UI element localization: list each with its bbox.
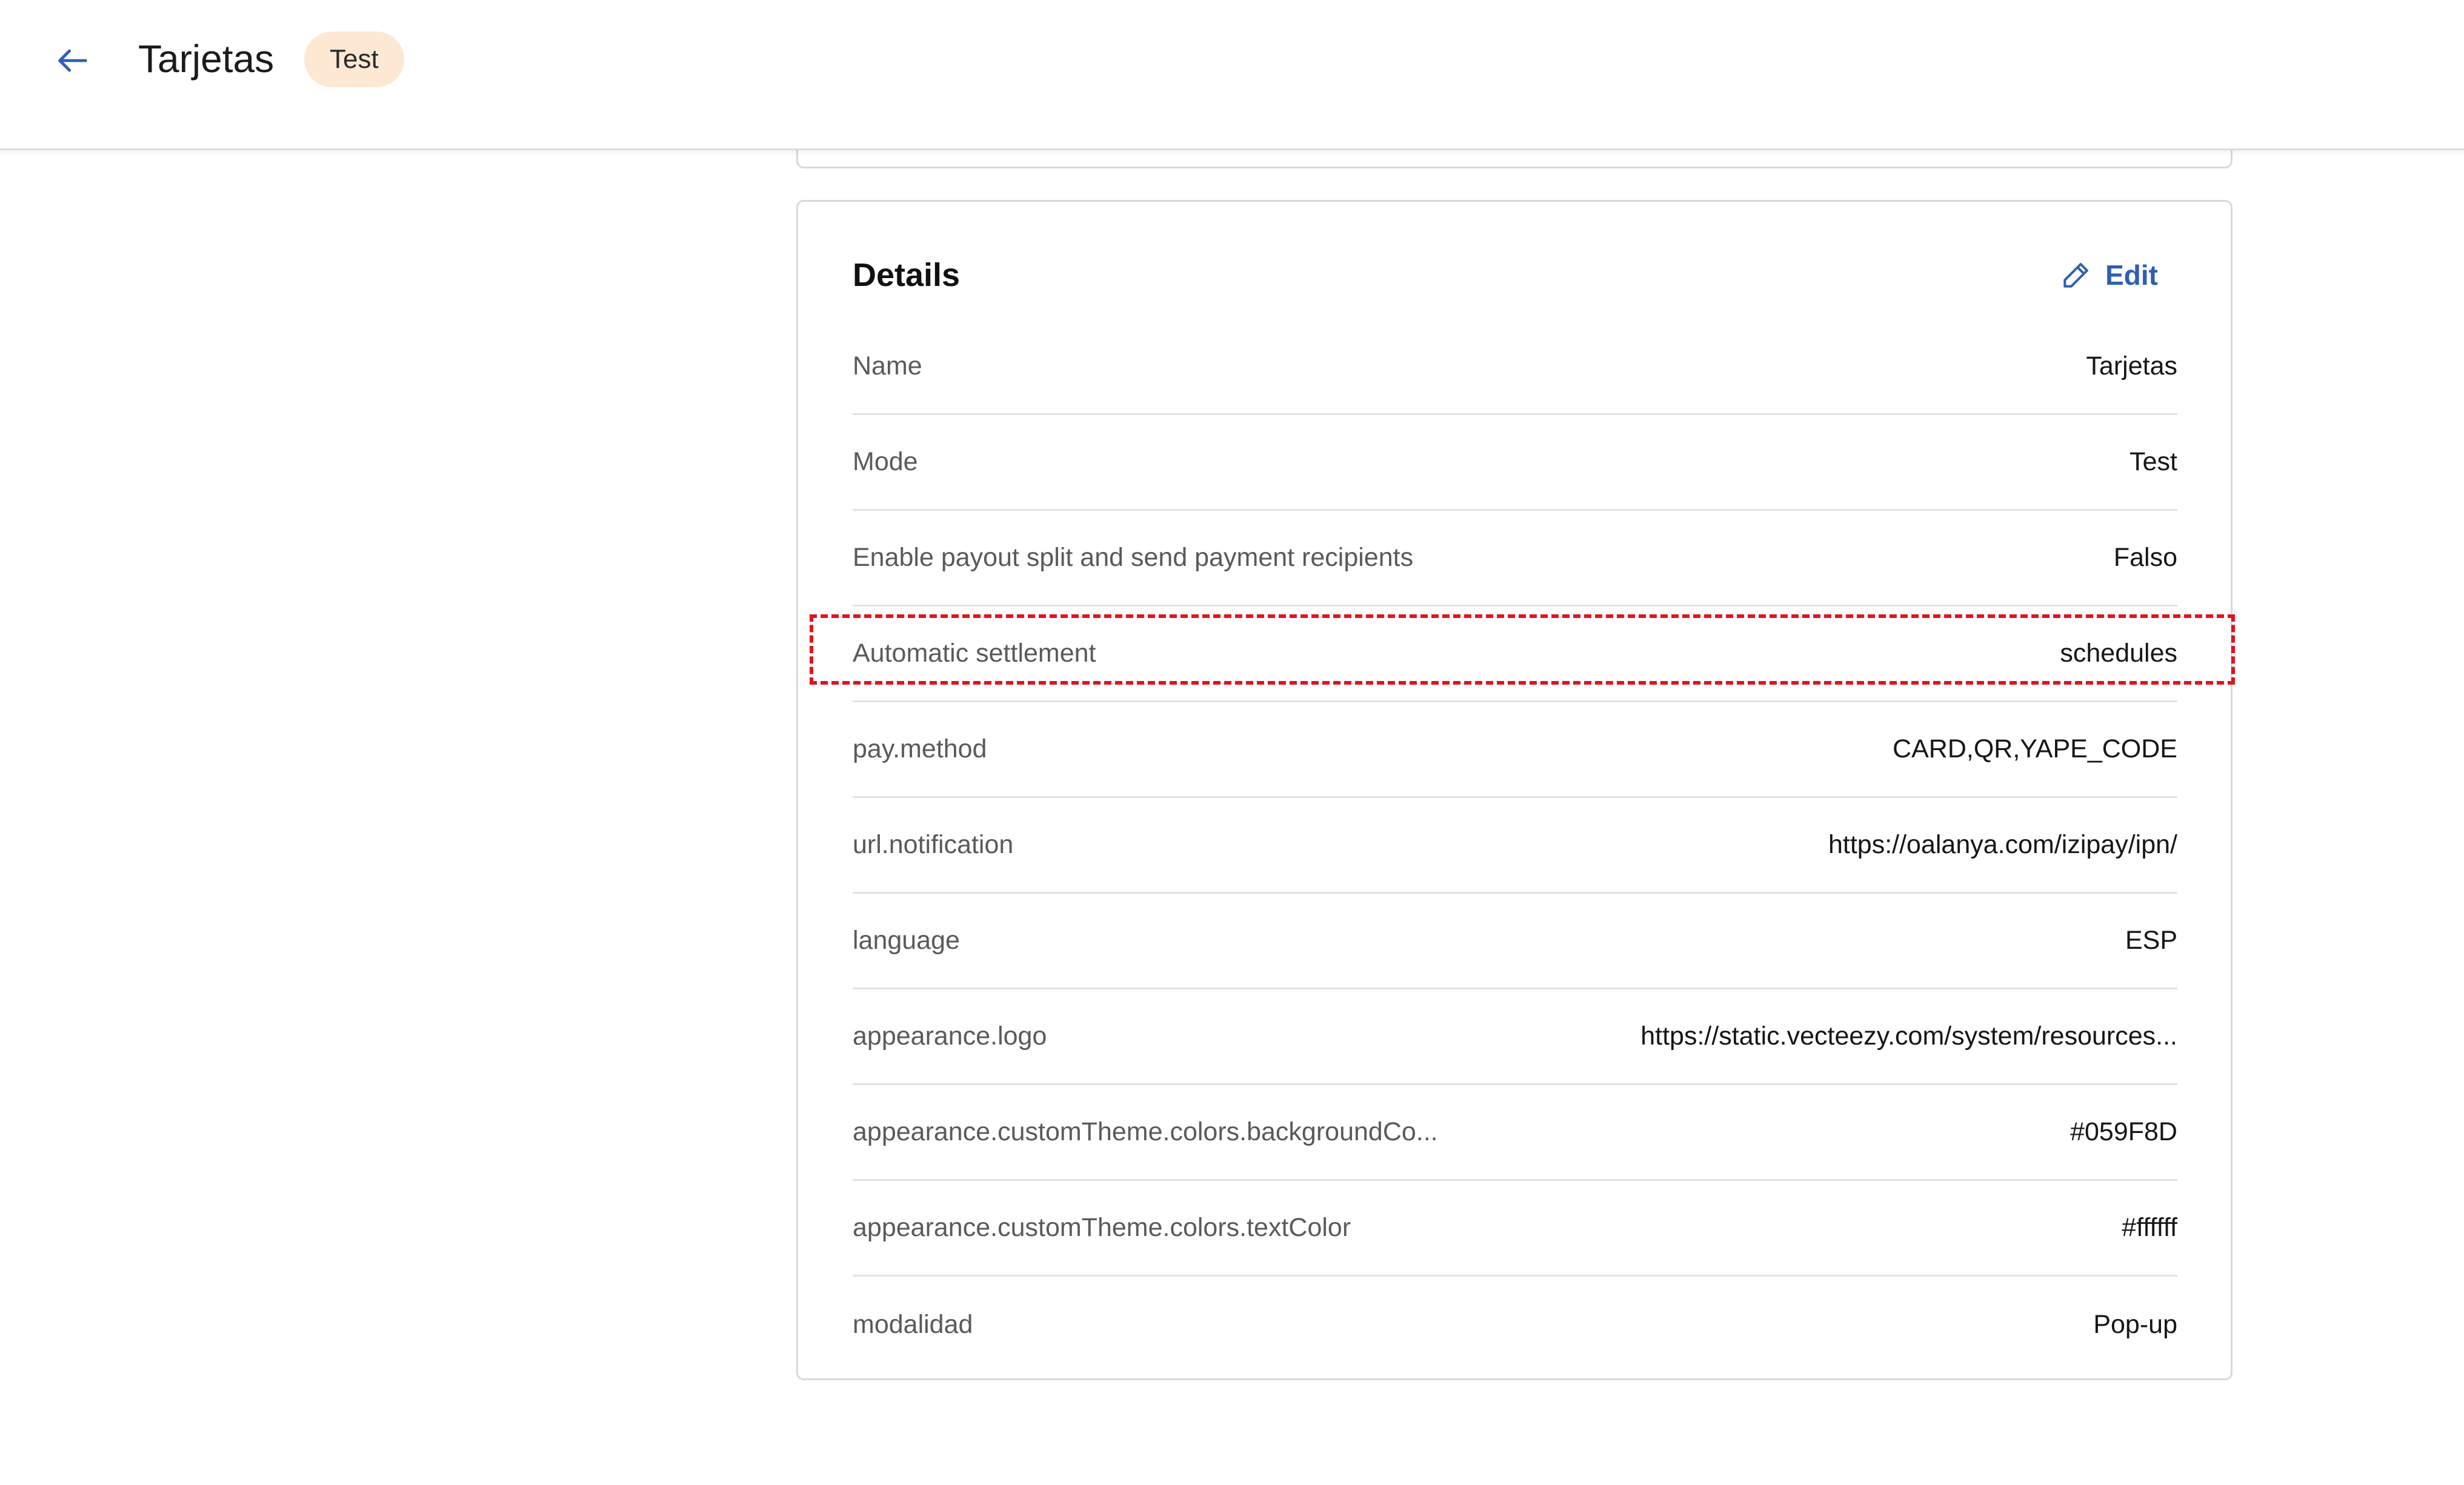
edit-button[interactable]: Edit bbox=[2059, 254, 2158, 296]
details-title: Details bbox=[853, 257, 961, 293]
details-card: Details Edit Name Tarjetas Mode Test Ena… bbox=[796, 200, 2233, 1380]
detail-label: pay.method bbox=[853, 734, 987, 763]
detail-label: appearance.customTheme.colors.background… bbox=[853, 1117, 1438, 1146]
detail-label: language bbox=[853, 926, 960, 955]
detail-value: ESP bbox=[2125, 926, 2177, 955]
detail-value: #ffffff bbox=[2122, 1213, 2177, 1242]
arrow-left-icon bbox=[58, 49, 87, 72]
detail-row-modalidad: modalidad Pop-up bbox=[853, 1277, 2177, 1372]
detail-value: Test bbox=[2129, 447, 2177, 476]
detail-label: Automatic settlement bbox=[853, 639, 1096, 668]
detail-row-appearance-logo: appearance.logo https://static.vecteezy.… bbox=[853, 989, 2177, 1085]
detail-value: Pop-up bbox=[2093, 1309, 2177, 1339]
detail-value: #059F8D bbox=[2070, 1117, 2177, 1146]
detail-row-automatic-settlement: Automatic settlement schedules bbox=[853, 606, 2177, 702]
mode-badge: Test bbox=[304, 32, 404, 87]
detail-value: https://static.vecteezy.com/system/resou… bbox=[1640, 1022, 2177, 1051]
detail-row-pay-method: pay.method CARD,QR,YAPE_CODE bbox=[853, 702, 2177, 798]
detail-row-url-notification: url.notification https://oalanya.com/izi… bbox=[853, 798, 2177, 894]
detail-row-language: language ESP bbox=[853, 894, 2177, 989]
back-button[interactable] bbox=[48, 36, 97, 85]
detail-row-name: Name Tarjetas bbox=[853, 319, 2177, 415]
detail-label: Name bbox=[853, 351, 922, 380]
detail-value: Tarjetas bbox=[2086, 351, 2177, 380]
detail-row-mode: Mode Test bbox=[853, 415, 2177, 511]
detail-row-background-color: appearance.customTheme.colors.background… bbox=[853, 1085, 2177, 1181]
detail-label: appearance.logo bbox=[853, 1022, 1047, 1051]
detail-value: schedules bbox=[2060, 639, 2177, 668]
top-header: Tarjetas Test bbox=[0, 0, 2464, 150]
detail-label: Enable payout split and send payment rec… bbox=[853, 543, 1414, 572]
detail-row-text-color: appearance.customTheme.colors.textColor … bbox=[853, 1181, 2177, 1277]
detail-label: modalidad bbox=[853, 1309, 973, 1339]
details-list: Name Tarjetas Mode Test Enable payout sp… bbox=[853, 319, 2177, 1372]
detail-label: url.notification bbox=[853, 830, 1014, 859]
page-title: Tarjetas bbox=[138, 37, 275, 81]
detail-value: CARD,QR,YAPE_CODE bbox=[1893, 734, 2177, 763]
detail-row-payout-split: Enable payout split and send payment rec… bbox=[853, 511, 2177, 606]
edit-label: Edit bbox=[2105, 259, 2158, 291]
pencil-icon bbox=[2063, 263, 2089, 288]
detail-value: https://oalanya.com/izipay/ipn/ bbox=[1828, 830, 2177, 859]
detail-label: appearance.customTheme.colors.textColor bbox=[853, 1213, 1351, 1242]
detail-value: Falso bbox=[2113, 543, 2177, 572]
detail-label: Mode bbox=[853, 447, 918, 476]
